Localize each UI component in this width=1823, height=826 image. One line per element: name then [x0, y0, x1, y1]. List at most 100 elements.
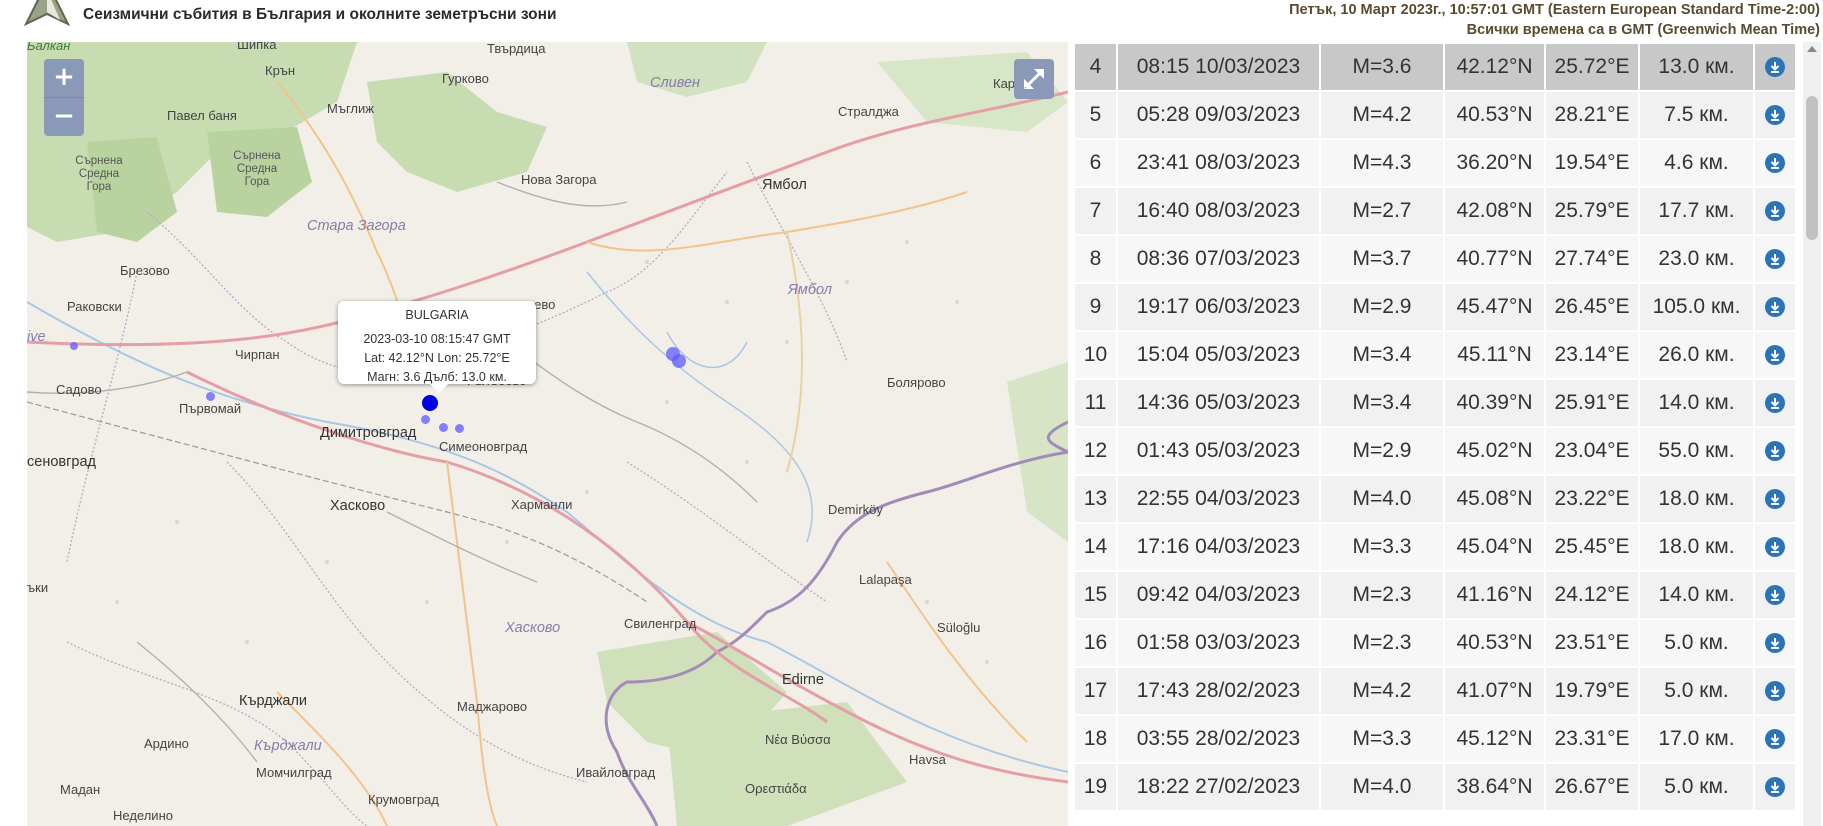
table-row[interactable]: 17 17:43 28/02/2023 M=4.2 41.07°N 19.79°E 5.0… [1075, 668, 1795, 714]
download-icon[interactable] [1765, 729, 1785, 750]
row-number: 7 [1075, 188, 1116, 234]
current-datetime: Петък, 10 Март 2023г., 10:57:01 GMT (Eas… [1289, 2, 1820, 18]
row-magnitude: M=3.7 [1321, 236, 1443, 282]
row-time: 17:16 04/03/2023 [1118, 524, 1319, 570]
table-row[interactable]: 19 18:22 27/02/2023 M=4.0 38.64°N 26.67°E 5.0… [1075, 764, 1795, 810]
download-icon[interactable] [1765, 441, 1785, 462]
earthquake-marker[interactable] [70, 342, 78, 350]
place-rakovski: Раковски [67, 299, 122, 314]
table-row[interactable]: 6 23:41 08/03/2023 M=4.3 36.20°N 19.54°E 4.6 … [1075, 140, 1795, 186]
place-asenovgrad: сеновград [27, 454, 96, 470]
row-download[interactable] [1755, 284, 1795, 330]
row-depth: 5.0 км. [1640, 620, 1753, 666]
row-latitude: 41.07°N [1445, 668, 1544, 714]
place-stara-zagora-region: Стара Загора [307, 218, 406, 234]
row-download[interactable] [1755, 716, 1795, 762]
place-dimitrovgrad: Димитровград [320, 425, 417, 441]
row-download[interactable] [1755, 44, 1795, 90]
row-latitude: 45.12°N [1445, 716, 1544, 762]
scroll-up-icon[interactable] [1807, 46, 1817, 52]
place-sredna-gora-1: Сърнена Средна Гора [75, 155, 123, 193]
zoom-in-button[interactable]: + [44, 59, 84, 98]
table-row[interactable]: 11 14:36 05/03/2023 M=3.4 40.39°N 25.91°E 14.… [1075, 380, 1795, 426]
table-row[interactable]: 5 05:28 09/03/2023 M=4.2 40.53°N 28.21°E 7.5 … [1075, 92, 1795, 138]
table-row[interactable]: 15 09:42 04/03/2023 M=2.3 41.16°N 24.12°E 14.… [1075, 572, 1795, 618]
row-latitude: 42.12°N [1445, 44, 1544, 90]
table-row[interactable]: 16 01:58 03/03/2023 M=2.3 40.53°N 23.51°E 5.0… [1075, 620, 1795, 666]
download-icon[interactable] [1765, 249, 1785, 270]
download-icon[interactable] [1765, 681, 1785, 702]
table-row[interactable]: 7 16:40 08/03/2023 M=2.7 42.08°N 25.79°E 17.7… [1075, 188, 1795, 234]
place-gurkovo: Гурково [442, 71, 489, 86]
download-icon[interactable] [1765, 777, 1785, 798]
download-icon[interactable] [1765, 345, 1785, 366]
earthquake-list[interactable]: 4 08:15 10/03/2023 M=3.6 42.12°N 25.72°E 13.0… [1073, 42, 1798, 826]
row-download[interactable] [1755, 188, 1795, 234]
row-download[interactable] [1755, 140, 1795, 186]
row-download[interactable] [1755, 668, 1795, 714]
row-download[interactable] [1755, 764, 1795, 810]
table-row[interactable]: 18 03:55 28/02/2023 M=3.3 45.12°N 23.31°E 17.… [1075, 716, 1795, 762]
earthquake-popup: BULGARIA 2023-03-10 08:15:47 GMT Lat: 42… [338, 301, 536, 393]
row-longitude: 26.45°E [1546, 284, 1638, 330]
download-icon[interactable] [1765, 489, 1785, 510]
row-depth: 55.0 км. [1640, 428, 1753, 474]
row-download[interactable] [1755, 476, 1795, 522]
download-icon[interactable] [1765, 201, 1785, 222]
download-icon[interactable] [1765, 153, 1785, 174]
table-row[interactable]: 10 15:04 05/03/2023 M=3.4 45.11°N 23.14°E 26.… [1075, 332, 1795, 378]
popup-time: 2023-03-10 08:15:47 GMT [363, 332, 511, 346]
row-download[interactable] [1755, 92, 1795, 138]
download-icon[interactable] [1765, 393, 1785, 414]
row-longitude: 27.74°E [1546, 236, 1638, 282]
table-row[interactable]: 13 22:55 04/03/2023 M=4.0 45.08°N 23.22°E 18.… [1075, 476, 1795, 522]
row-number: 12 [1075, 428, 1116, 474]
earthquake-map[interactable]: Балкан Шипка Твърдица Крън Гурково Сливе… [27, 42, 1068, 826]
popup-region: BULGARIA [405, 308, 469, 322]
row-number: 11 [1075, 380, 1116, 426]
earthquake-marker-selected[interactable] [422, 395, 438, 411]
fullscreen-button[interactable] [1014, 59, 1054, 99]
row-latitude: 45.04°N [1445, 524, 1544, 570]
place-lalapasa: Lalapaşa [859, 572, 912, 587]
scrollbar-thumb[interactable] [1806, 96, 1818, 240]
download-icon[interactable] [1765, 633, 1785, 654]
row-latitude: 40.77°N [1445, 236, 1544, 282]
row-longitude: 26.67°E [1546, 764, 1638, 810]
row-download[interactable] [1755, 380, 1795, 426]
table-row[interactable]: 9 19:17 06/03/2023 M=2.9 45.47°N 26.45°E 105.… [1075, 284, 1795, 330]
row-latitude: 41.16°N [1445, 572, 1544, 618]
row-download[interactable] [1755, 620, 1795, 666]
earthquake-marker[interactable] [421, 415, 430, 424]
zoom-out-button[interactable]: − [44, 98, 84, 136]
earthquake-marker[interactable] [672, 354, 686, 368]
place-kardzhali: Кърджали [239, 693, 308, 709]
download-icon[interactable] [1765, 297, 1785, 318]
row-longitude: 25.45°E [1546, 524, 1638, 570]
row-depth: 5.0 км. [1640, 668, 1753, 714]
place-iva: ive [27, 329, 46, 345]
table-row[interactable]: 8 08:36 07/03/2023 M=3.7 40.77°N 27.74°E 23.0… [1075, 236, 1795, 282]
place-suloglu: Süloğlu [937, 620, 981, 635]
row-magnitude: M=4.0 [1321, 476, 1443, 522]
row-magnitude: M=4.3 [1321, 140, 1443, 186]
download-icon[interactable] [1765, 105, 1785, 126]
table-scrollbar[interactable] [1803, 42, 1821, 826]
download-icon[interactable] [1765, 585, 1785, 606]
row-download[interactable] [1755, 524, 1795, 570]
download-icon[interactable] [1765, 537, 1785, 558]
row-download[interactable] [1755, 332, 1795, 378]
earthquake-marker[interactable] [206, 392, 215, 401]
table-row[interactable]: 12 01:43 05/03/2023 M=2.9 45.02°N 23.04°E 55.… [1075, 428, 1795, 474]
row-longitude: 23.04°E [1546, 428, 1638, 474]
earthquake-marker[interactable] [455, 424, 464, 433]
row-download[interactable] [1755, 428, 1795, 474]
earthquake-marker[interactable] [439, 423, 448, 432]
place-nea-vyssa: Νέα Βύσσα [765, 732, 831, 747]
download-icon[interactable] [1765, 57, 1785, 78]
table-row[interactable]: 14 17:16 04/03/2023 M=3.3 45.04°N 25.45°E 18.… [1075, 524, 1795, 570]
table-row[interactable]: 4 08:15 10/03/2023 M=3.6 42.12°N 25.72°E 13.0… [1075, 44, 1795, 90]
row-download[interactable] [1755, 572, 1795, 618]
row-download[interactable] [1755, 236, 1795, 282]
row-longitude: 19.79°E [1546, 668, 1638, 714]
